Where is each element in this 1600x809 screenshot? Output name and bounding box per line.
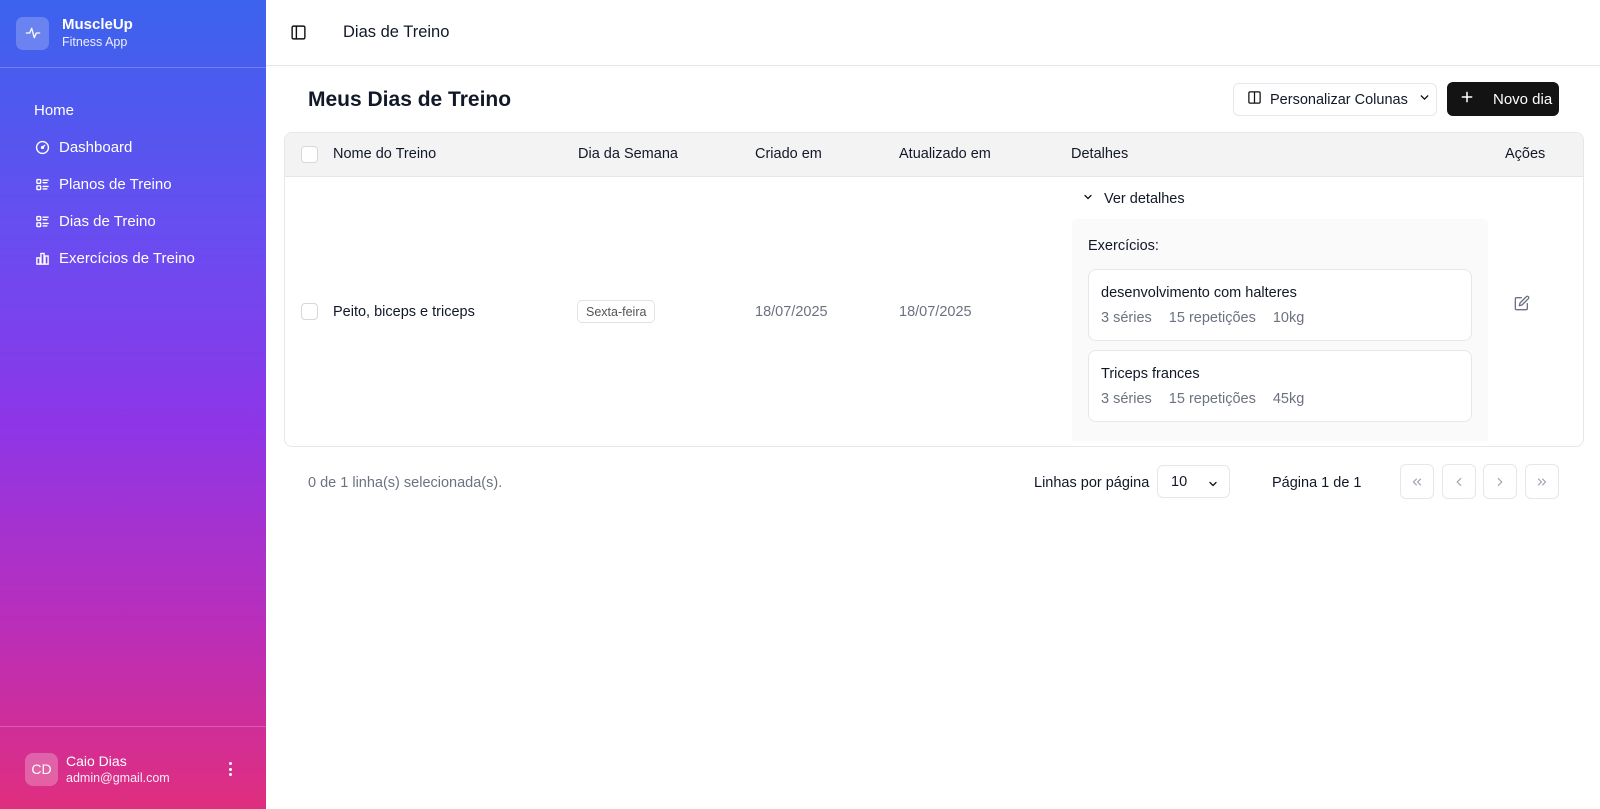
sidebar-item-label: Home [34,102,75,119]
column-header-name[interactable]: Nome do Treino [333,146,436,162]
exercises-title: Exercícios: [1088,238,1159,254]
header-title: Dias de Treino [343,23,450,41]
sidebar-item-exercicios[interactable]: Exercícios de Treino [16,240,250,277]
chevron-down-icon [1418,91,1431,108]
row-updated: 18/07/2025 [899,304,972,320]
customize-columns-button[interactable]: Personalizar Colunas [1233,83,1437,116]
training-days-table: Nome do Treino Dia da Semana Criado em A… [284,132,1584,447]
chevron-right-icon [1497,477,1503,486]
column-header-weekday[interactable]: Dia da Semana [578,146,678,162]
new-day-label: Novo dia [1493,90,1553,108]
chevron-down-icon [1207,478,1219,494]
chevrons-right-icon [1537,478,1547,485]
sidebar-item-label: Dashboard [59,139,133,156]
sidebar-item-label: Dias de Treino [59,213,156,230]
more-vertical-icon[interactable] [223,760,237,778]
gauge-icon [34,140,50,156]
rows-per-page-value: 10 [1171,473,1188,490]
row-name: Peito, biceps e triceps [333,304,475,320]
exercise-weight: 10kg [1272,310,1305,326]
rows-per-page-select[interactable]: 10 [1157,465,1230,498]
weekday-badge: Sexta-feira [577,300,656,323]
chevron-down-icon [1082,191,1094,207]
last-page-button[interactable] [1525,464,1559,499]
sidebar-nav: Home Dashboard Planos de Treino Dias de … [16,92,250,277]
chevron-left-icon [1456,477,1462,486]
selection-count: 0 de 1 linha(s) selecionada(s). [308,475,503,491]
user-profile[interactable]: CD Caio Dias admin@gmail.com [25,750,245,788]
column-header-details: Detalhes [1071,146,1129,162]
brand[interactable]: MuscleUp Fitness App [16,16,133,50]
sidebar-item-home[interactable]: Home [16,92,250,129]
list-icon [34,214,50,230]
sidebar-divider [0,67,266,68]
sidebar-item-dashboard[interactable]: Dashboard [16,129,250,166]
topbar: Dias de Treino [266,0,1600,66]
row-checkbox[interactable] [301,303,318,320]
customize-columns-label: Personalizar Colunas [1270,91,1408,108]
column-header-actions: Ações [1505,146,1546,162]
brand-subtitle: Fitness App [62,35,128,49]
details-panel: Exercícios: desenvolvimento com halteres… [1072,219,1488,441]
rows-per-page-label: Linhas por página [1034,475,1150,491]
first-page-button[interactable] [1400,464,1434,499]
exercise-card: desenvolvimento com halteres 3 séries 15… [1088,269,1472,341]
bar-chart-icon [34,251,50,267]
page-info: Página 1 de 1 [1272,475,1362,491]
sidebar-item-label: Planos de Treino [59,176,172,193]
exercise-weight: 45kg [1272,391,1305,407]
exercise-name: Triceps frances [1101,366,1200,382]
sidebar: MuscleUp Fitness App Home Dashboard Plan… [0,0,266,809]
exercise-sets: 3 séries [1101,310,1152,326]
sidebar-item-label: Exercícios de Treino [59,250,195,267]
new-day-button[interactable]: Novo dia [1447,82,1559,116]
chevrons-left-icon [1412,478,1422,485]
previous-page-button[interactable] [1442,464,1476,499]
row-created: 18/07/2025 [755,304,828,320]
edit-icon[interactable] [1514,295,1532,313]
page-title: Meus Dias de Treino [308,88,512,111]
user-email: admin@gmail.com [66,770,170,785]
list-icon [34,177,50,193]
exercise-sets: 3 séries [1101,391,1152,407]
columns-icon [1247,90,1262,109]
details-toggle[interactable]: Ver detalhes [1082,191,1185,207]
column-header-created[interactable]: Criado em [755,146,822,162]
plus-icon [1460,90,1474,108]
sidebar-item-planos[interactable]: Planos de Treino [16,166,250,203]
activity-icon [16,16,49,50]
next-page-button[interactable] [1483,464,1517,499]
user-name: Caio Dias [66,752,127,769]
brand-name: MuscleUp [62,16,133,33]
select-all-checkbox[interactable] [301,146,318,163]
exercise-reps: 15 repetições [1168,391,1256,407]
avatar: CD [25,752,58,786]
column-header-updated[interactable]: Atualizado em [899,146,991,162]
sidebar-toggle-icon[interactable] [288,22,308,42]
table-header: Nome do Treino Dia da Semana Criado em A… [285,133,1583,177]
exercise-card: Triceps frances 3 séries 15 repetições 4… [1088,350,1472,422]
exercise-reps: 15 repetições [1168,310,1256,326]
details-toggle-label: Ver detalhes [1104,191,1185,207]
exercise-name: desenvolvimento com halteres [1101,285,1297,301]
sidebar-divider [0,726,266,727]
sidebar-item-dias[interactable]: Dias de Treino [16,203,250,240]
